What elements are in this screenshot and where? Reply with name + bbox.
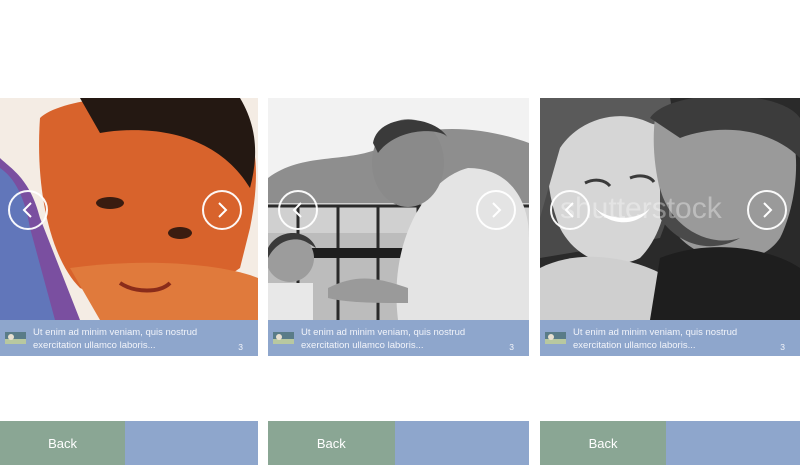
caption-bar: Ut enim ad minim veniam, quis nostrud ex… — [540, 320, 800, 356]
slide-card-2: Ut enim ad minim veniam, quis nostrud ex… — [268, 0, 529, 465]
back-button[interactable]: Back — [540, 421, 667, 465]
footer-bar: Back — [0, 421, 258, 465]
forward-button[interactable] — [394, 421, 529, 465]
caption-bar: Ut enim ad minim veniam, quis nostrud ex… — [0, 320, 258, 356]
slide-card-1: Ut enim ad minim veniam, quis nostrud ex… — [0, 0, 258, 465]
caption-text: Ut enim ad minim veniam, quis nostrud ex… — [573, 327, 738, 351]
thumbnail-image — [273, 332, 294, 344]
caption-bar: Ut enim ad minim veniam, quis nostrud ex… — [268, 320, 529, 356]
next-slide-button[interactable] — [476, 190, 516, 230]
page-number: 3 — [780, 342, 785, 352]
previous-slide-button[interactable] — [550, 190, 590, 230]
forward-button[interactable] — [125, 421, 258, 465]
page-number: 3 — [509, 342, 514, 352]
back-button[interactable]: Back — [0, 421, 126, 465]
thumbnail-image — [5, 332, 26, 344]
previous-slide-button[interactable] — [8, 190, 48, 230]
caption-text: Ut enim ad minim veniam, quis nostrud ex… — [301, 327, 466, 351]
slide-card-3: shutterstock Ut enim ad minim veniam, qu… — [540, 0, 800, 465]
next-slide-button[interactable] — [747, 190, 787, 230]
forward-button[interactable] — [666, 421, 800, 465]
next-slide-button[interactable] — [202, 190, 242, 230]
previous-slide-button[interactable] — [278, 190, 318, 230]
footer-bar: Back — [540, 421, 800, 465]
footer-bar: Back — [268, 421, 529, 465]
caption-text: Ut enim ad minim veniam, quis nostrud ex… — [33, 327, 198, 351]
thumbnail-image — [545, 332, 566, 344]
back-button[interactable]: Back — [268, 421, 395, 465]
page-number: 3 — [238, 342, 243, 352]
